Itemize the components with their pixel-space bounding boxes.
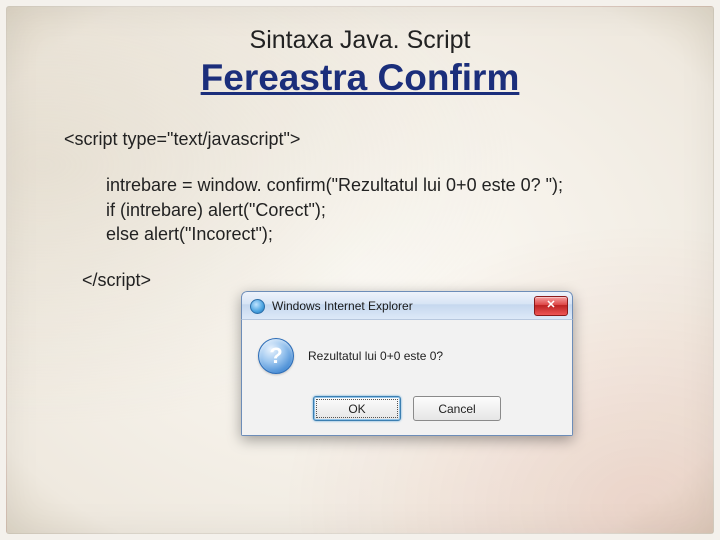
dialog-titlebar: Windows Internet Explorer ✕	[241, 291, 573, 319]
confirm-dialog: Windows Internet Explorer ✕ ? Rezultatul…	[241, 291, 573, 436]
code-line-3: else alert("Incorect");	[106, 222, 686, 246]
slide-title: Fereastra Confirm	[34, 57, 686, 99]
ok-button[interactable]: OK	[313, 396, 401, 421]
question-icon: ?	[258, 338, 294, 374]
slide: Sintaxa Java. Script Fereastra Confirm <…	[6, 6, 714, 534]
cancel-button[interactable]: Cancel	[413, 396, 501, 421]
dialog-content-row: ? Rezultatul lui 0+0 este 0?	[258, 338, 556, 374]
slide-subtitle: Sintaxa Java. Script	[34, 26, 686, 55]
ie-icon	[250, 298, 266, 314]
code-line-2: if (intrebare) alert("Corect");	[106, 198, 686, 222]
dialog-message: Rezultatul lui 0+0 este 0?	[308, 349, 443, 363]
code-open-tag: <script type="text/javascript">	[64, 127, 686, 151]
code-body: intrebare = window. confirm("Rezultatul …	[106, 173, 686, 246]
code-line-1: intrebare = window. confirm("Rezultatul …	[106, 173, 686, 197]
dialog-button-row: OK Cancel	[258, 396, 556, 421]
close-button[interactable]: ✕	[534, 296, 568, 316]
code-close-tag: </script>	[82, 268, 686, 292]
code-block: <script type="text/javascript"> intrebar…	[64, 127, 686, 292]
dialog-body: ? Rezultatul lui 0+0 este 0? OK Cancel	[241, 319, 573, 436]
dialog-title-text: Windows Internet Explorer	[272, 299, 534, 313]
